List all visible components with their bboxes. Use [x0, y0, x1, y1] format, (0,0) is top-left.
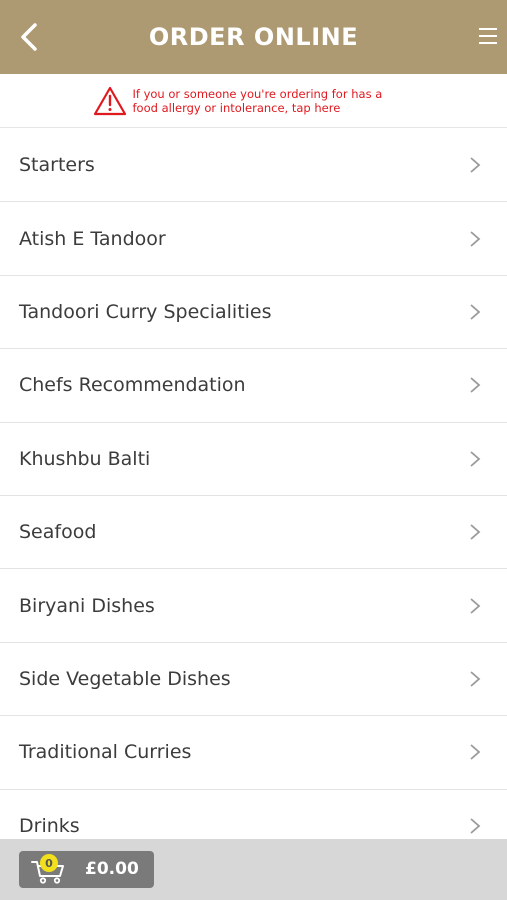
chevron-right-icon [470, 597, 481, 614]
category-label: Biryani Dishes [19, 594, 155, 617]
chevron-right-icon [470, 157, 481, 173]
category-label: Seafood [19, 521, 97, 544]
category-label: Chefs Recommendation [19, 374, 246, 397]
category-item-seafood[interactable]: Seafood [0, 496, 507, 570]
cart-total: £0.00 [85, 859, 139, 879]
category-item-biryani-dishes[interactable]: Biryani Dishes [0, 569, 507, 643]
category-label: Atish E Tandoor [19, 227, 166, 250]
category-item-traditional-curries[interactable]: Traditional Curries [0, 716, 507, 790]
chevron-right-icon [470, 671, 481, 687]
chevron-right-icon [470, 230, 481, 247]
category-label: Starters [19, 154, 95, 177]
chevron-right-icon [470, 818, 481, 834]
chevron-right-icon [470, 524, 481, 540]
allergy-notice[interactable]: If you or someone you're ordering for ha… [0, 74, 507, 128]
category-list: Starters Atish E Tandoor Tandoori Curry … [0, 129, 507, 863]
category-label: Traditional Curries [19, 741, 192, 764]
chevron-right-icon [470, 451, 481, 467]
chevron-right-icon [470, 304, 481, 320]
category-item-chefs-recommendation[interactable]: Chefs Recommendation [0, 349, 507, 423]
chevron-right-icon [470, 377, 481, 394]
cart-button[interactable]: 0 £0.00 [19, 851, 154, 888]
category-item-side-vegetable-dishes[interactable]: Side Vegetable Dishes [0, 643, 507, 717]
category-item-tandoori-curry-specialities[interactable]: Tandoori Curry Specialities [0, 276, 507, 350]
category-label: Tandoori Curry Specialities [19, 300, 272, 323]
warning-triangle-icon [93, 86, 126, 115]
category-item-starters[interactable]: Starters [0, 129, 507, 203]
category-item-atish-e-tandoor[interactable]: Atish E Tandoor [0, 202, 507, 276]
footer-bar: 0 £0.00 [0, 839, 507, 900]
hamburger-menu-icon[interactable] [479, 26, 497, 46]
back-button[interactable] [14, 20, 44, 54]
chevron-left-icon [21, 23, 37, 51]
category-label: Drinks [19, 814, 80, 837]
allergy-notice-text: If you or someone you're ordering for ha… [132, 86, 383, 115]
cart-count-badge: 0 [40, 854, 58, 872]
category-item-khushbu-balti[interactable]: Khushbu Balti [0, 423, 507, 496]
header-bar: ORDER ONLINE [0, 0, 507, 74]
category-label: Side Vegetable Dishes [19, 667, 231, 690]
page-title: ORDER ONLINE [148, 23, 359, 51]
chevron-right-icon [470, 744, 481, 760]
category-label: Khushbu Balti [19, 447, 151, 470]
